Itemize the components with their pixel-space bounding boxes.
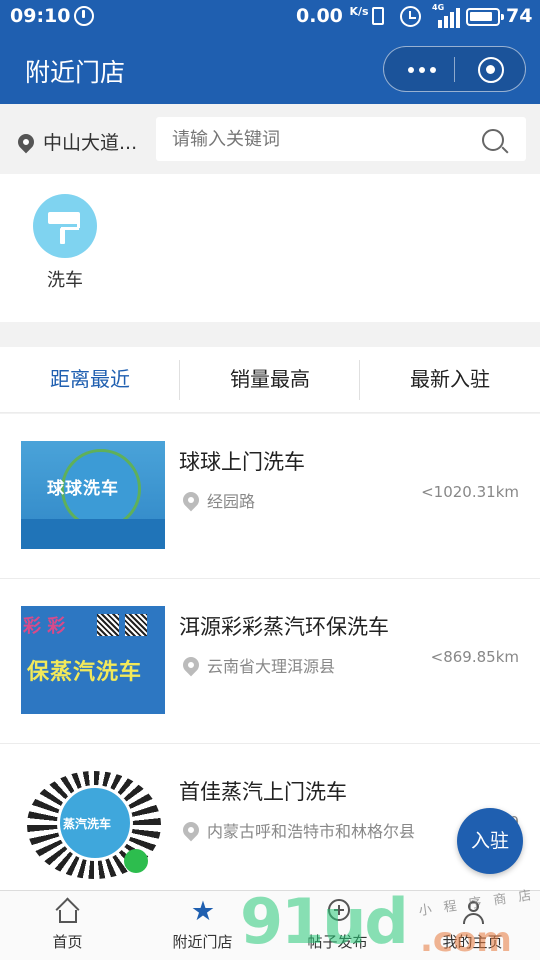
sort-tabs: 距离最近 销量最高 最新入驻 [0, 347, 540, 413]
search-input[interactable] [172, 125, 472, 153]
tab-newest[interactable]: 最新入驻 [360, 347, 540, 413]
store-address: 云南省大理洱源县 [207, 657, 336, 676]
location-selector[interactable]: 中山大道... [43, 128, 137, 155]
tab-nearest[interactable]: 距离最近 [0, 347, 180, 413]
tabbar-item-home[interactable]: 首页 [0, 891, 135, 960]
location-pin-icon [14, 130, 38, 154]
store-item[interactable]: 彩 彩 保蒸汽洗车 洱源彩彩蒸汽环保洗车 云南省大理洱源县 <869.85km [0, 579, 540, 744]
search-row: 中山大道... [0, 104, 540, 174]
alarm-icon [400, 6, 421, 27]
alert-icon [74, 6, 94, 26]
location-pin-icon [179, 488, 203, 512]
star-icon: ★ [190, 896, 216, 927]
battery-level: 74 [506, 5, 533, 27]
store-thumbnail: 球球洗车 [21, 441, 165, 549]
tabbar-label: 帖子发布 [307, 933, 368, 951]
store-item[interactable]: 蒸汽洗车 首佳蒸汽上门洗车 内蒙古呼和浩特市和林格尔县 <119 [0, 744, 540, 890]
tabbar-label: 附近门店 [172, 933, 233, 951]
bottom-tab-bar: 首页 ★ 附近门店 帖子发布 我的主页 [0, 890, 540, 960]
status-bar: 09:10 0.00 K/s 4G 74 [0, 0, 540, 34]
store-name: 球球上门洗车 [179, 450, 305, 474]
store-thumbnail: 彩 彩 保蒸汽洗车 [21, 606, 165, 714]
status-time: 09:10 [10, 5, 71, 27]
search-box [156, 117, 526, 161]
location-pin-icon [179, 653, 203, 677]
mini-program-capsule [383, 46, 526, 92]
location-pin-icon [179, 818, 203, 842]
tab-top-sales[interactable]: 销量最高 [180, 347, 360, 413]
tabbar-label: 首页 [52, 933, 83, 951]
category-label: 洗车 [47, 270, 83, 291]
page-title: 附近门店 [25, 58, 126, 87]
thumbnail-text: 彩 彩 [23, 616, 66, 637]
home-icon [55, 897, 81, 925]
more-button[interactable] [404, 56, 452, 82]
battery-icon [466, 8, 504, 26]
store-distance: <869.85km [430, 648, 519, 666]
store-address: 经园路 [207, 492, 256, 511]
plus-circle-icon [328, 899, 350, 921]
store-item[interactable]: 球球洗车 球球上门洗车 经园路 <1020.31km [0, 414, 540, 579]
tabbar-item-post[interactable]: 帖子发布 [270, 891, 405, 960]
tabbar-item-nearby-stores[interactable]: ★ 附近门店 [135, 891, 270, 960]
thumbnail-text: 蒸汽洗车 [63, 817, 112, 831]
top-bar: 09:10 0.00 K/s 4G 74 附近门店 [0, 0, 540, 104]
vibrate-icon [372, 7, 384, 25]
network-speed-unit: K/s [349, 5, 369, 18]
tabbar-label: 我的主页 [442, 933, 503, 951]
store-thumbnail: 蒸汽洗车 [21, 771, 165, 879]
signal-icon [432, 6, 460, 28]
category-car-wash[interactable]: 洗车 [33, 194, 97, 292]
search-icon[interactable] [482, 129, 504, 151]
network-speed: 0.00 K/s [296, 5, 369, 27]
user-icon [460, 899, 486, 925]
close-mini-program-button[interactable] [478, 57, 504, 83]
wechat-mini-program-icon [124, 849, 148, 873]
network-speed-value: 0.00 [296, 5, 343, 27]
store-address: 内蒙古呼和浩特市和林格尔县 [207, 822, 416, 841]
paint-roller-icon [33, 194, 97, 258]
store-name: 洱源彩彩蒸汽环保洗车 [179, 615, 389, 639]
thumbnail-text: 保蒸汽洗车 [27, 660, 143, 685]
store-name: 首佳蒸汽上门洗车 [179, 780, 347, 804]
thumbnail-text: 球球洗车 [47, 479, 119, 499]
store-distance: <1020.31km [421, 483, 519, 501]
category-section: 洗车 [0, 174, 540, 322]
tabbar-item-profile[interactable]: 我的主页 [405, 891, 540, 960]
join-button[interactable]: 入驻 [457, 808, 523, 874]
store-list: 球球洗车 球球上门洗车 经园路 <1020.31km 彩 彩 保蒸汽洗车 洱源彩… [0, 414, 540, 890]
capsule-divider [454, 57, 455, 82]
